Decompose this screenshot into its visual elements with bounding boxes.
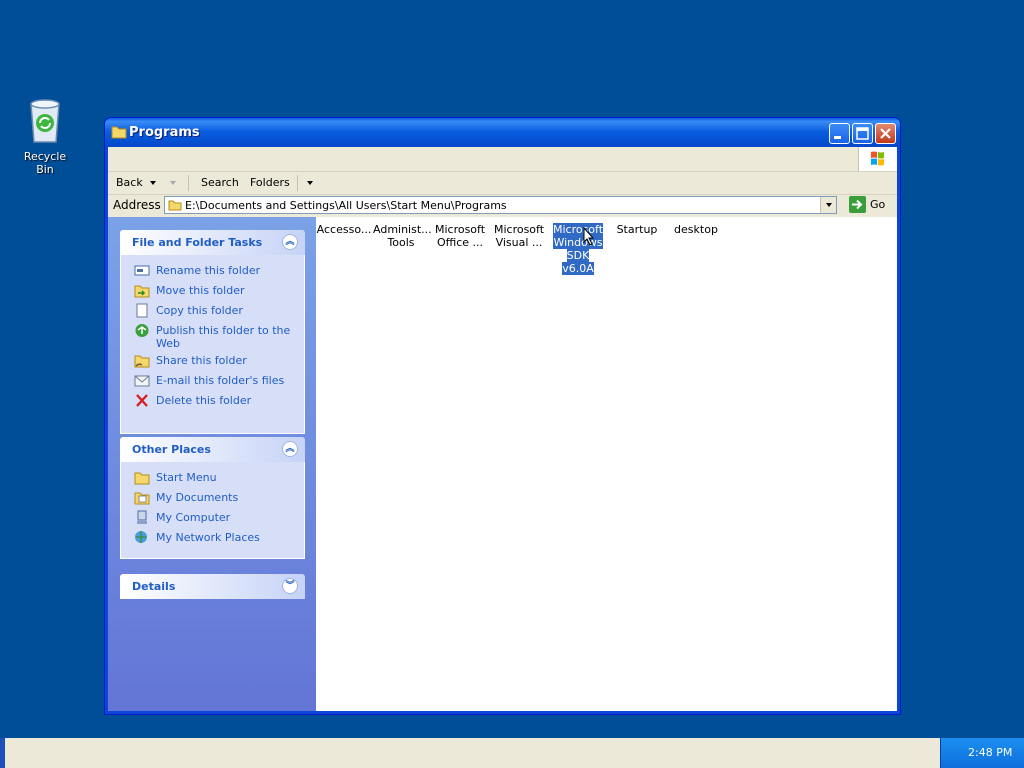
- go-arrow-icon: [849, 196, 866, 213]
- file-folder-tasks-list: Rename this folder Move this folder Copy…: [120, 255, 305, 434]
- toolbar-divider: [297, 175, 298, 191]
- folder-icon: [134, 470, 150, 485]
- other-places-panel: Other Places ︽ Start Menu My Documents M…: [120, 437, 305, 559]
- place-my-computer[interactable]: My Computer: [121, 510, 304, 530]
- taskbar: 2:48 PM: [0, 738, 1024, 768]
- details-panel: Details ︾: [120, 574, 305, 599]
- place-start-menu[interactable]: Start Menu: [121, 470, 304, 490]
- share-icon: [134, 353, 150, 368]
- task-rename-folder[interactable]: Rename this folder: [121, 263, 304, 283]
- menu-bar: [108, 147, 897, 172]
- folder-icon: [168, 199, 182, 211]
- close-icon: [876, 124, 895, 143]
- details-title: Details: [132, 580, 176, 593]
- address-path: E:\Documents and Settings\All Users\Star…: [185, 199, 507, 212]
- place-network-places[interactable]: My Network Places: [121, 530, 304, 550]
- file-item-accessories[interactable]: Accesso...: [316, 223, 372, 236]
- chevron-down-icon: [826, 203, 832, 207]
- back-dropdown-icon[interactable]: [149, 181, 156, 185]
- file-item-administrative-tools[interactable]: Administ... Tools: [373, 223, 432, 249]
- file-item-startup[interactable]: Startup: [609, 223, 665, 236]
- folders-button[interactable]: Folders: [250, 176, 290, 189]
- views-dropdown-icon: [307, 181, 313, 185]
- windows-logo-icon: [858, 147, 897, 171]
- explorer-window: Programs Back Search Folders Address E:\…: [104, 117, 901, 715]
- system-tray: 2:48 PM: [940, 738, 1024, 768]
- clock[interactable]: 2:48 PM: [968, 746, 1012, 759]
- toolbar: Back Search Folders: [108, 172, 897, 195]
- mouse-cursor-icon: [583, 226, 595, 249]
- file-list-view[interactable]: Accesso... Administ... Tools Microsoft O…: [316, 217, 897, 711]
- publish-web-icon: [134, 323, 150, 338]
- task-copy-folder[interactable]: Copy this folder: [121, 303, 304, 323]
- my-computer-icon: [134, 510, 150, 525]
- close-button[interactable]: [875, 123, 896, 144]
- file-item-desktop[interactable]: desktop: [668, 223, 724, 236]
- rename-icon: [134, 263, 150, 278]
- file-folder-tasks-header[interactable]: File and Folder Tasks ︽: [120, 230, 305, 255]
- other-places-title: Other Places: [132, 443, 211, 456]
- forward-dropdown[interactable]: [170, 176, 176, 189]
- file-item-microsoft-office[interactable]: Microsoft Office ...: [432, 223, 488, 249]
- minimize-button[interactable]: [829, 123, 850, 144]
- expand-icon[interactable]: ︾: [282, 578, 298, 594]
- collapse-icon[interactable]: ︽: [282, 234, 298, 250]
- collapse-icon[interactable]: ︽: [282, 441, 298, 457]
- place-my-documents[interactable]: My Documents: [121, 490, 304, 510]
- details-header[interactable]: Details ︾: [120, 574, 305, 599]
- other-places-header[interactable]: Other Places ︽: [120, 437, 305, 462]
- other-places-list: Start Menu My Documents My Computer My N…: [120, 462, 305, 559]
- file-folder-tasks-title: File and Folder Tasks: [132, 236, 263, 249]
- file-folder-tasks-panel: File and Folder Tasks ︽ Rename this fold…: [120, 230, 305, 434]
- toolbar-divider: [188, 175, 189, 191]
- my-documents-icon: [134, 490, 150, 505]
- desktop-icon-recycle-bin[interactable]: Recycle Bin: [14, 94, 76, 176]
- task-move-folder[interactable]: Move this folder: [121, 283, 304, 303]
- file-item-microsoft-windows-sdk[interactable]: Microsoft Windows SDK v6.0A: [550, 223, 606, 275]
- maximize-icon: [853, 124, 872, 143]
- copy-icon: [134, 303, 150, 318]
- move-icon: [134, 283, 150, 298]
- minimize-icon: [830, 124, 849, 143]
- title-bar[interactable]: Programs: [105, 118, 900, 147]
- file-item-microsoft-visual[interactable]: Microsoft Visual ...: [491, 223, 547, 249]
- maximize-button[interactable]: [852, 123, 873, 144]
- go-button[interactable]: Go: [849, 196, 893, 214]
- recycle-bin-icon: [21, 94, 69, 146]
- delete-icon: [134, 393, 150, 408]
- task-delete-folder[interactable]: Delete this folder: [121, 393, 304, 413]
- address-label: Address: [113, 198, 161, 212]
- views-dropdown[interactable]: [307, 176, 313, 189]
- forward-dropdown-icon: [170, 181, 176, 185]
- folder-icon: [111, 125, 127, 139]
- task-email-files[interactable]: E-mail this folder's files: [121, 373, 304, 393]
- search-button[interactable]: Search: [201, 176, 239, 189]
- network-places-icon: [134, 530, 150, 545]
- address-dropdown-button[interactable]: [820, 197, 836, 213]
- go-label: Go: [870, 198, 886, 211]
- email-icon: [134, 373, 150, 388]
- task-share-folder[interactable]: Share this folder: [121, 353, 304, 373]
- window-title: Programs: [129, 125, 200, 140]
- start-button-edge[interactable]: [0, 738, 5, 768]
- back-label: Back: [116, 176, 143, 189]
- task-publish-folder[interactable]: Publish this folder to the Web: [121, 323, 304, 353]
- back-button[interactable]: Back: [116, 176, 156, 189]
- address-input[interactable]: E:\Documents and Settings\All Users\Star…: [164, 196, 837, 214]
- task-pane: File and Folder Tasks ︽ Rename this fold…: [108, 217, 316, 711]
- recycle-bin-label: Recycle Bin: [23, 150, 67, 176]
- address-bar: Address E:\Documents and Settings\All Us…: [108, 195, 897, 217]
